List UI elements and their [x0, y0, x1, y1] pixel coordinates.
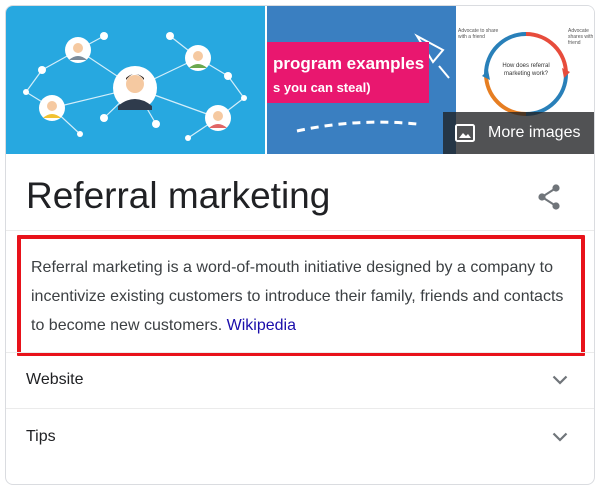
image-thumbnail-2[interactable]: program examples s you can steal)	[267, 6, 456, 154]
share-button[interactable]	[532, 180, 566, 214]
chevron-down-icon	[552, 432, 568, 442]
image-strip: program examples s you can steal) Advoca…	[6, 6, 594, 154]
description-text: Referral marketing is a word-of-mouth in…	[31, 259, 564, 334]
more-images-label: More images	[488, 124, 581, 141]
website-row-label: Website	[26, 371, 84, 388]
tips-row-label: Tips	[26, 428, 56, 445]
tips-row[interactable]: Tips	[6, 409, 594, 465]
image-thumbnail-1[interactable]	[6, 6, 265, 154]
more-images-button[interactable]: More images	[443, 112, 594, 154]
image-icon	[455, 124, 475, 142]
image-2-headline: program examples	[273, 54, 425, 73]
website-row[interactable]: Website	[6, 352, 594, 408]
description-highlight: Referral marketing is a word-of-mouth in…	[17, 235, 585, 356]
image-3-caption-left: Advocate to share with a friend	[458, 28, 499, 40]
image-3-caption-right: Advocate shares with a friend	[568, 28, 594, 46]
panel-description: Referral marketing is a word-of-mouth in…	[31, 253, 579, 340]
network-illustration	[23, 32, 247, 141]
image-3-center-text: How does referral marketing work?	[502, 63, 550, 77]
panel-title: Referral marketing	[26, 175, 331, 216]
share-icon	[538, 184, 560, 210]
wikipedia-link[interactable]: Wikipedia	[227, 317, 296, 334]
image-2-banner: program examples s you can steal)	[267, 42, 429, 103]
divider	[6, 230, 594, 231]
knowledge-panel: program examples s you can steal) Advoca…	[5, 5, 595, 485]
image-2-subline: s you can steal)	[273, 80, 371, 95]
chevron-down-icon	[552, 375, 568, 385]
